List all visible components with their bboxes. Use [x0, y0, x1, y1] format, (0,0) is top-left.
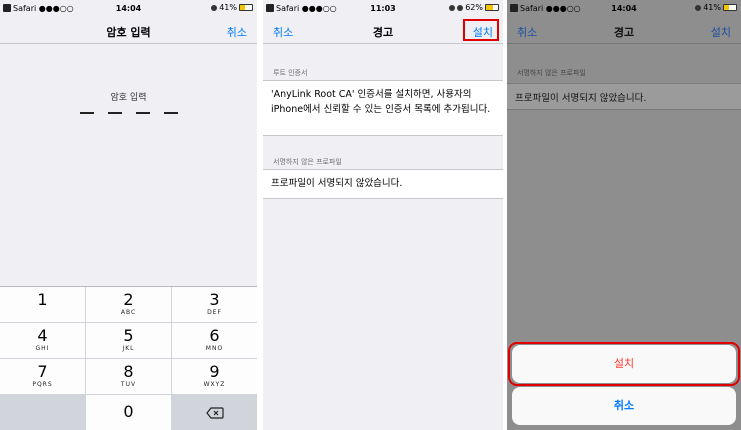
key-3[interactable]: 3 DEF [172, 287, 257, 322]
install-highlight-box [463, 19, 499, 41]
battery-icon [239, 4, 253, 11]
passcode-slot [107, 112, 122, 114]
alarm-icon [211, 4, 218, 11]
key-1[interactable]: 1 [0, 287, 85, 322]
alarm-icon [695, 4, 702, 11]
passcode-slot [135, 112, 150, 114]
key-4[interactable]: 4 GHI [0, 323, 85, 358]
unsigned-profile-header: 서명하지 않은 프로파일 [517, 69, 586, 77]
battery-percent: 62% [465, 3, 483, 12]
battery-percent: 41% [219, 3, 237, 12]
key-2[interactable]: 2 ABC [86, 287, 171, 322]
status-bar: Safari ●●●○○ 11:03 62% [263, 0, 503, 18]
key-9[interactable]: 9 WXYZ [172, 359, 257, 394]
battery-icon [723, 4, 737, 11]
nav-title: 암호 입력 [106, 26, 151, 39]
key-7[interactable]: 7 PQRS [0, 359, 85, 394]
key-0[interactable]: 0 [86, 395, 171, 430]
status-bar: Safari ●●●○○ 14:04 41% [0, 0, 257, 18]
unsigned-profile-cell: 프로파일이 서명되지 않았습니다. [507, 83, 741, 110]
unsigned-profile-cell: 프로파일이 서명되지 않았습니다. [263, 169, 503, 199]
root-cert-cell: 'AnyLink Root CA' 인증서를 설치하면, 사용자의 iPhone… [263, 80, 503, 136]
alarm-icon [457, 4, 464, 11]
unsigned-profile-header: 서명하지 않은 프로파일 [273, 158, 342, 166]
nav-bar: 암호 입력 취소 [0, 18, 257, 44]
key-8[interactable]: 8 TUV [86, 359, 171, 394]
nav-title: 경고 [613, 26, 635, 39]
key-5[interactable]: 5 JKL [86, 323, 171, 358]
status-bar: Safari ●●●○○ 14:04 41% [507, 0, 741, 18]
numeric-keypad: 1 2 ABC 3 DEF 4 GHI 5 JKL 6 MNO 7 PQRS 8 TUV 9W… [0, 286, 257, 430]
sheet-cancel-button[interactable]: 취소 [512, 387, 736, 425]
passcode-prompt: 암호 입력 [110, 93, 147, 103]
battery-percent: 41% [703, 3, 721, 12]
passcode-screen: Safari ●●●○○ 14:04 41% 암호 입력 취소 암호 입력 1 … [0, 0, 257, 430]
root-cert-header: 루트 인증서 [273, 69, 308, 77]
battery-icon [485, 4, 499, 11]
sheet-install-button[interactable]: 설치 [512, 345, 736, 383]
rotation-lock-icon [449, 4, 456, 11]
passcode-slot [79, 112, 94, 114]
passcode-slot [163, 112, 178, 114]
delete-key[interactable] [172, 395, 257, 430]
key-blank [0, 395, 85, 430]
cancel-button[interactable]: 취소 [227, 24, 247, 40]
warning-screen: Safari ●●●○○ 11:03 62% 취소 경고 설치 루트 인증서 '… [263, 0, 503, 430]
nav-bar: 취소 경고 설치 [507, 18, 741, 44]
backspace-icon [205, 406, 224, 419]
key-6[interactable]: 6 MNO [172, 323, 257, 358]
install-button[interactable]: 설치 [711, 24, 731, 40]
passcode-dots [0, 112, 257, 114]
install-sheet-screen: Safari ●●●○○ 14:04 41% 취소 경고 설치 서명하지 않은 … [507, 0, 741, 430]
